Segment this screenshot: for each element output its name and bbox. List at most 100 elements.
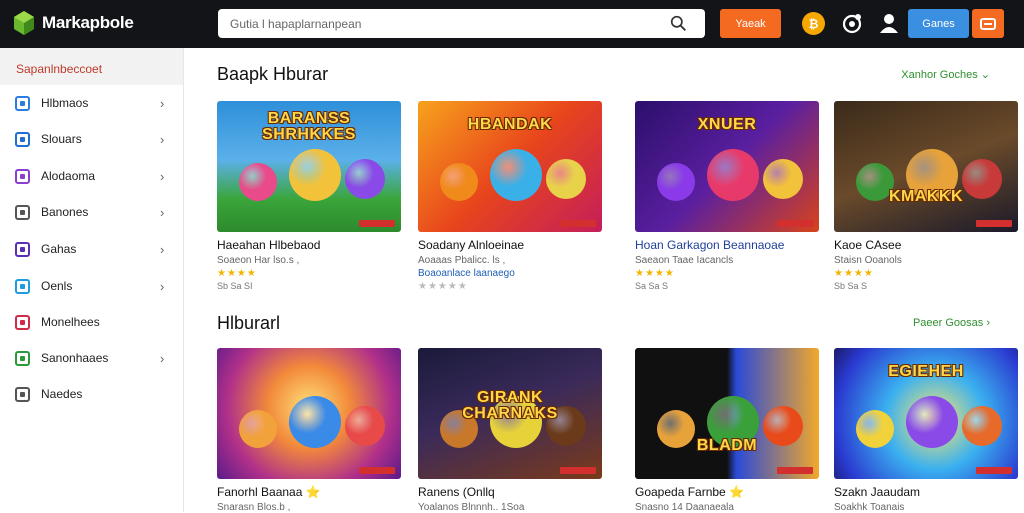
game-thumbnail[interactable]: XNUER: [635, 101, 819, 232]
sidebar-item-label: Banones: [41, 205, 89, 219]
character-art: [289, 396, 341, 448]
character-art: [289, 149, 341, 201]
game-thumbnail[interactable]: KMAKKK: [834, 101, 1018, 232]
sidebar-item-4[interactable]: Banones ›: [0, 194, 184, 230]
doc-icon: [15, 204, 30, 220]
card-subtitle: Yoalanos Blnnnh.. 1Soa: [418, 502, 525, 513]
card-subtitle: Soaeon Har lso.s ,: [217, 255, 300, 266]
thumbnail-title-art: BARANSS SHRHKKES: [262, 110, 356, 143]
chevron-right-icon: ›: [160, 131, 165, 147]
rating-stars: ★★★★: [635, 268, 675, 279]
game-card[interactable]: KMAKKK Kaoe CAsee Staisn Ooanols ★★★★ Sb Sa …: [834, 101, 1018, 291]
notification-icon[interactable]: [841, 12, 863, 34]
game-thumbnail[interactable]: HBANDAK: [418, 101, 602, 232]
chevron-right-icon: ›: [160, 350, 165, 366]
card-subtitle: Aoaaas Pbalicc. ls ,: [418, 255, 506, 266]
cart-button[interactable]: [972, 9, 1004, 38]
character-art: [490, 149, 542, 201]
character-art: [707, 149, 759, 201]
thumbnail-title-art: GIRANK CHARNAKS: [462, 389, 558, 422]
thumbnail-title-art: BLADM: [696, 437, 758, 454]
price-badge: [560, 467, 596, 474]
see-all-link-2[interactable]: Paeer Goosas ›: [913, 317, 990, 329]
palette-icon: [15, 168, 30, 184]
circle-icon: [15, 278, 30, 294]
game-card[interactable]: BARANSS SHRHKKES Haeahan Hlbebaod Soaeon H…: [217, 101, 401, 291]
game-card[interactable]: XNUER Hoan Garkagon Beannaoae Saeaon Taae …: [635, 101, 819, 291]
search-bar: [218, 9, 705, 38]
card-meta: Sb Sa SI: [217, 281, 253, 291]
sidebar-item-label: Naedes: [41, 387, 83, 401]
card-meta: Sa Sa S: [635, 281, 669, 291]
chevron-right-icon: ›: [160, 168, 165, 184]
see-all-link-1[interactable]: Xanhor Goches ⌄: [901, 68, 990, 81]
game-thumbnail[interactable]: GIRANK CHARNAKS: [418, 348, 602, 479]
card-title[interactable]: Hoan Garkagon Beannaoae: [635, 238, 819, 252]
game-thumbnail[interactable]: EGIEHEH: [834, 348, 1018, 479]
game-card[interactable]: BLADM Goapeda Farnbe ⭐ Snasno 14 Daanaeala: [635, 348, 819, 513]
top-bar: Markapbole Yaeak ₿ Ganes: [0, 0, 1024, 48]
search-icon[interactable]: [670, 15, 687, 32]
sidebar-item-9[interactable]: Naedes: [0, 376, 184, 412]
grid-icon: [15, 131, 30, 147]
game-card[interactable]: EGIEHEH Szakn Jaaudam Soakhk Toanais: [834, 348, 1018, 513]
rating-stars: ★★★★: [217, 268, 257, 279]
game-card[interactable]: HBANDAK Soadany Alnloeinae Aoaaas Pbalicc.…: [418, 101, 602, 292]
game-card[interactable]: GIRANK CHARNAKS Ranens (Onllq Yoalanos Bln…: [418, 348, 602, 513]
card-title[interactable]: Haeahan Hlbebaod: [217, 238, 401, 252]
logo[interactable]: Markapbole: [12, 9, 134, 37]
character-art: [657, 163, 695, 201]
card-subtitle: Saeaon Taae Iacancls: [635, 255, 734, 266]
sidebar-item-6[interactable]: Oenls ›: [0, 268, 184, 304]
game-thumbnail[interactable]: [217, 348, 401, 479]
game-card[interactable]: Fanorhl Baanaa ⭐ Snarasn Blos.b ,: [217, 348, 401, 513]
app-name: Markapbole: [42, 13, 134, 32]
rating-stars: ★★★★★: [418, 281, 468, 292]
game-thumbnail[interactable]: BLADM: [635, 348, 819, 479]
sidebar-item-5[interactable]: Gahas ›: [0, 231, 184, 267]
controller-icon: [15, 241, 30, 257]
sidebar: Sapanlnbeccoet Hlbmaos › Slouars › Alodaoma ›…: [0, 48, 184, 512]
search-input[interactable]: [230, 13, 660, 34]
sidebar-item-label: Gahas: [41, 242, 77, 256]
user-icon[interactable]: [878, 12, 900, 34]
price-badge: [976, 220, 1012, 227]
card-title[interactable]: Szakn Jaaudam: [834, 485, 1018, 499]
sidebar-header[interactable]: Sapanlnbeccoet: [0, 48, 183, 85]
sidebar-item-3[interactable]: Alodaoma ›: [0, 158, 184, 194]
card-title[interactable]: Goapeda Farnbe ⭐: [635, 485, 819, 499]
coin-icon[interactable]: ₿: [802, 12, 825, 35]
chevron-right-icon: ›: [160, 241, 165, 257]
thumbnail-title-art: XNUER: [697, 116, 757, 133]
card-developer-link[interactable]: Boaoanlace laanaego: [418, 268, 602, 279]
card-title[interactable]: Fanorhl Baanaa ⭐: [217, 485, 401, 499]
sidebar-item-1[interactable]: Hlbmaos ›: [0, 85, 184, 121]
tv-icon: [15, 95, 30, 111]
price-badge: [560, 220, 596, 227]
card-subtitle: Staisn Ooanols: [834, 255, 902, 266]
price-badge: [777, 467, 813, 474]
character-art: [906, 396, 958, 448]
orange-action-button[interactable]: Yaeak: [720, 9, 781, 38]
sidebar-item-8[interactable]: Sanonhaaes ›: [0, 340, 184, 376]
games-button[interactable]: Ganes: [908, 9, 969, 38]
card-meta: Sb Sa S: [834, 281, 868, 291]
card-title[interactable]: Soadany Alnloeinae: [418, 238, 602, 252]
cart-icon: [980, 17, 996, 30]
game-thumbnail[interactable]: BARANSS SHRHKKES: [217, 101, 401, 232]
sidebar-item-7[interactable]: Monelhees: [0, 304, 184, 340]
price-badge: [976, 467, 1012, 474]
price-badge: [359, 220, 395, 227]
sidebar-item-label: Hlbmaos: [41, 96, 89, 110]
section-title-2: Hlburarl: [217, 313, 281, 333]
clock-icon: [15, 386, 30, 402]
chevron-right-icon: ›: [160, 278, 165, 294]
card-title[interactable]: Kaoe CAsee: [834, 238, 1018, 252]
rating-stars: ★★★★: [834, 268, 874, 279]
card-subtitle: Soakhk Toanais: [834, 502, 905, 513]
logo-icon: [14, 11, 34, 35]
sidebar-item-label: Monelhees: [41, 315, 100, 329]
character-art: [239, 410, 277, 448]
sidebar-item-2[interactable]: Slouars ›: [0, 121, 184, 157]
card-title[interactable]: Ranens (Onllq: [418, 485, 602, 499]
